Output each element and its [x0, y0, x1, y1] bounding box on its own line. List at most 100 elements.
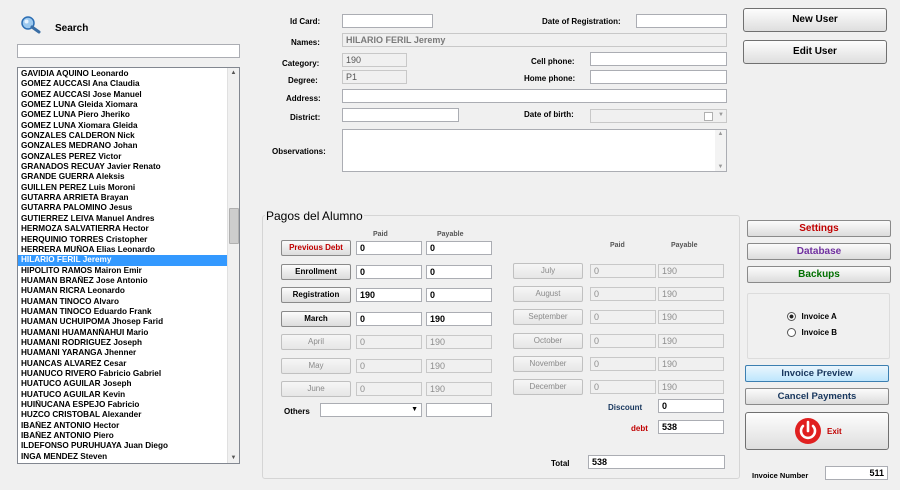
others-select[interactable]: ▼ — [320, 403, 422, 417]
discount-input[interactable]: 0 — [658, 399, 724, 413]
july-payable-input[interactable]: 190 — [658, 264, 724, 278]
list-item[interactable]: HIPOLITO RAMOS Mairon Emir — [18, 266, 228, 276]
address-input[interactable] — [342, 89, 727, 103]
enrollment-paid-input[interactable]: 0 — [356, 264, 422, 279]
december-button[interactable]: December — [513, 379, 583, 395]
list-item[interactable]: GUTIERREZ LEIVA Manuel Andres — [18, 214, 228, 224]
list-item[interactable]: HUAMAN TINOCO Alvaro — [18, 297, 228, 307]
september-payable-input[interactable]: 190 — [658, 310, 724, 325]
exit-button[interactable]: Exit — [745, 412, 889, 450]
list-item[interactable]: HUAMAN BRAÑEZ Jose Antonio — [18, 276, 228, 286]
total-input[interactable]: 538 — [588, 455, 725, 469]
previous-debt-paid-input[interactable]: 0 — [356, 241, 422, 255]
others-amount-input[interactable] — [426, 403, 492, 417]
homephone-input[interactable] — [590, 70, 727, 84]
june-payable-input[interactable]: 190 — [426, 382, 492, 396]
list-item[interactable]: HUIÑUCANA ESPEJO Fabricio — [18, 400, 228, 410]
august-paid-input[interactable]: 0 — [590, 287, 656, 302]
september-button[interactable]: September — [513, 309, 583, 326]
july-button[interactable]: July — [513, 263, 583, 279]
database-button[interactable]: Database — [747, 243, 891, 260]
october-paid-input[interactable]: 0 — [590, 333, 656, 348]
list-item[interactable]: HILARIO FERIL Jeremy — [18, 255, 228, 266]
list-item[interactable]: INGA MENDEZ Steven — [18, 452, 228, 462]
october-payable-input[interactable]: 190 — [658, 333, 724, 348]
invoice-number-input[interactable]: 511 — [825, 466, 888, 480]
idcard-input[interactable] — [342, 14, 433, 28]
list-item[interactable]: GOMEZ AUCCASI Jose Manuel — [18, 90, 228, 100]
list-item[interactable]: GRANDE GUERRA Aleksis — [18, 172, 228, 182]
list-item[interactable]: HUANUCO RIVERO Fabricio Gabriel — [18, 369, 228, 379]
list-item[interactable]: GOMEZ AUCCASI Ana Claudia — [18, 79, 228, 89]
cellphone-input[interactable] — [590, 52, 727, 66]
list-item[interactable]: HERRERA MUÑOA Elias Leonardo — [18, 245, 228, 255]
list-item[interactable]: ILDEFONSO PURUHUAYA Juan Diego — [18, 441, 228, 451]
dob-picker[interactable]: ▼ — [590, 109, 727, 123]
list-item[interactable]: GRANADOS RECUAY Javier Renato — [18, 162, 228, 172]
list-item[interactable]: GOMEZ LUNA Gleida Xiomara — [18, 100, 228, 110]
list-item[interactable]: IBAÑEZ ANTONIO Piero — [18, 431, 228, 441]
search-input[interactable] — [17, 44, 240, 58]
may-payable-input[interactable]: 190 — [426, 358, 492, 373]
list-item[interactable]: GUILLEN PEREZ Luis Moroni — [18, 183, 228, 193]
registration-input[interactable] — [636, 14, 727, 28]
december-paid-input[interactable]: 0 — [590, 380, 656, 394]
observations-textarea[interactable] — [342, 129, 727, 172]
invoice-a-radio[interactable]: Invoice A — [787, 311, 837, 322]
list-item[interactable]: GONZALES CALDERON Nick — [18, 131, 228, 141]
list-item[interactable]: HUAMAN RICRA Leonardo — [18, 286, 228, 296]
list-item[interactable]: HERQUINIO TORRES Cristopher — [18, 235, 228, 245]
category-input[interactable]: 190 — [342, 53, 407, 67]
invoice-b-radio[interactable]: Invoice B — [787, 327, 837, 338]
backups-button[interactable]: Backups — [747, 266, 891, 283]
registration-paid-input[interactable]: 190 — [356, 288, 422, 302]
enrollment-button[interactable]: Enrollment — [281, 263, 351, 280]
new-user-button[interactable]: New User — [743, 8, 887, 32]
list-item[interactable]: GONZALES PEREZ Victor — [18, 152, 228, 162]
list-item[interactable]: GONZALES MEDRANO Johan — [18, 141, 228, 151]
scroll-thumb[interactable] — [229, 208, 239, 244]
scroll-down-icon[interactable]: ▼ — [715, 164, 726, 170]
list-item[interactable]: HUATUCO AGUILAR Kevin — [18, 390, 228, 400]
september-paid-input[interactable]: 0 — [590, 310, 656, 325]
invoice-preview-button[interactable]: Invoice Preview — [745, 365, 889, 382]
list-item[interactable]: GAVIDIA AQUINO Leonardo — [18, 69, 228, 79]
march-paid-input[interactable]: 0 — [356, 311, 422, 326]
settings-button[interactable]: Settings — [747, 220, 891, 237]
cancel-payments-button[interactable]: Cancel Payments — [745, 388, 889, 405]
november-payable-input[interactable]: 190 — [658, 356, 724, 371]
student-list[interactable]: GAVIDIA AQUINO Leonardo GOMEZ AUCCASI Ana… — [17, 67, 240, 464]
previous-debt-button[interactable]: Previous Debt — [281, 240, 351, 256]
list-item[interactable]: IBAÑEZ ANTONIO Hector — [18, 421, 228, 431]
october-button[interactable]: October — [513, 332, 583, 349]
list-item[interactable]: HUANCAS ALVAREZ Cesar — [18, 359, 228, 369]
july-paid-input[interactable]: 0 — [590, 264, 656, 278]
march-payable-input[interactable]: 190 — [426, 311, 492, 326]
april-paid-input[interactable]: 0 — [356, 335, 422, 349]
list-item[interactable]: GOMEZ LUNA Xiomara Gleida — [18, 121, 228, 131]
edit-user-button[interactable]: Edit User — [743, 40, 887, 64]
list-item[interactable]: GUTARRA PALOMINO Jesus — [18, 203, 228, 213]
june-button[interactable]: June — [281, 381, 351, 397]
april-button[interactable]: April — [281, 334, 351, 350]
scroll-down-icon[interactable]: ▼ — [228, 455, 239, 461]
august-payable-input[interactable]: 190 — [658, 287, 724, 302]
previous-debt-payable-input[interactable]: 0 — [426, 241, 492, 255]
list-item[interactable]: HUAMANI YARANGA Jhenner — [18, 348, 228, 358]
degree-input[interactable]: P1 — [342, 70, 407, 84]
march-button[interactable]: March — [281, 310, 351, 327]
enrollment-payable-input[interactable]: 0 — [426, 264, 492, 279]
chevron-down-icon[interactable]: ▼ — [411, 404, 418, 415]
registration-payable-input[interactable]: 0 — [426, 288, 492, 302]
chevron-down-icon[interactable]: ▼ — [718, 110, 724, 121]
list-item[interactable]: HUAMANI RODRIGUEZ Joseph — [18, 338, 228, 348]
list-item[interactable]: HUAMAN UCHUIPOMA Jhosep Farid — [18, 317, 228, 327]
list-item[interactable]: GOMEZ LUNA Piero Jheriko — [18, 110, 228, 120]
may-paid-input[interactable]: 0 — [356, 358, 422, 373]
december-payable-input[interactable]: 190 — [658, 380, 724, 394]
scroll-up-icon[interactable]: ▲ — [228, 70, 239, 76]
list-item[interactable]: HUAMAN TINOCO Eduardo Frank — [18, 307, 228, 317]
list-item[interactable]: HUZCO CRISTOBAL Alexander — [18, 410, 228, 420]
list-item[interactable]: HUATUCO AGUILAR Joseph — [18, 379, 228, 389]
observations-scrollbar[interactable]: ▲ ▼ — [715, 130, 726, 171]
